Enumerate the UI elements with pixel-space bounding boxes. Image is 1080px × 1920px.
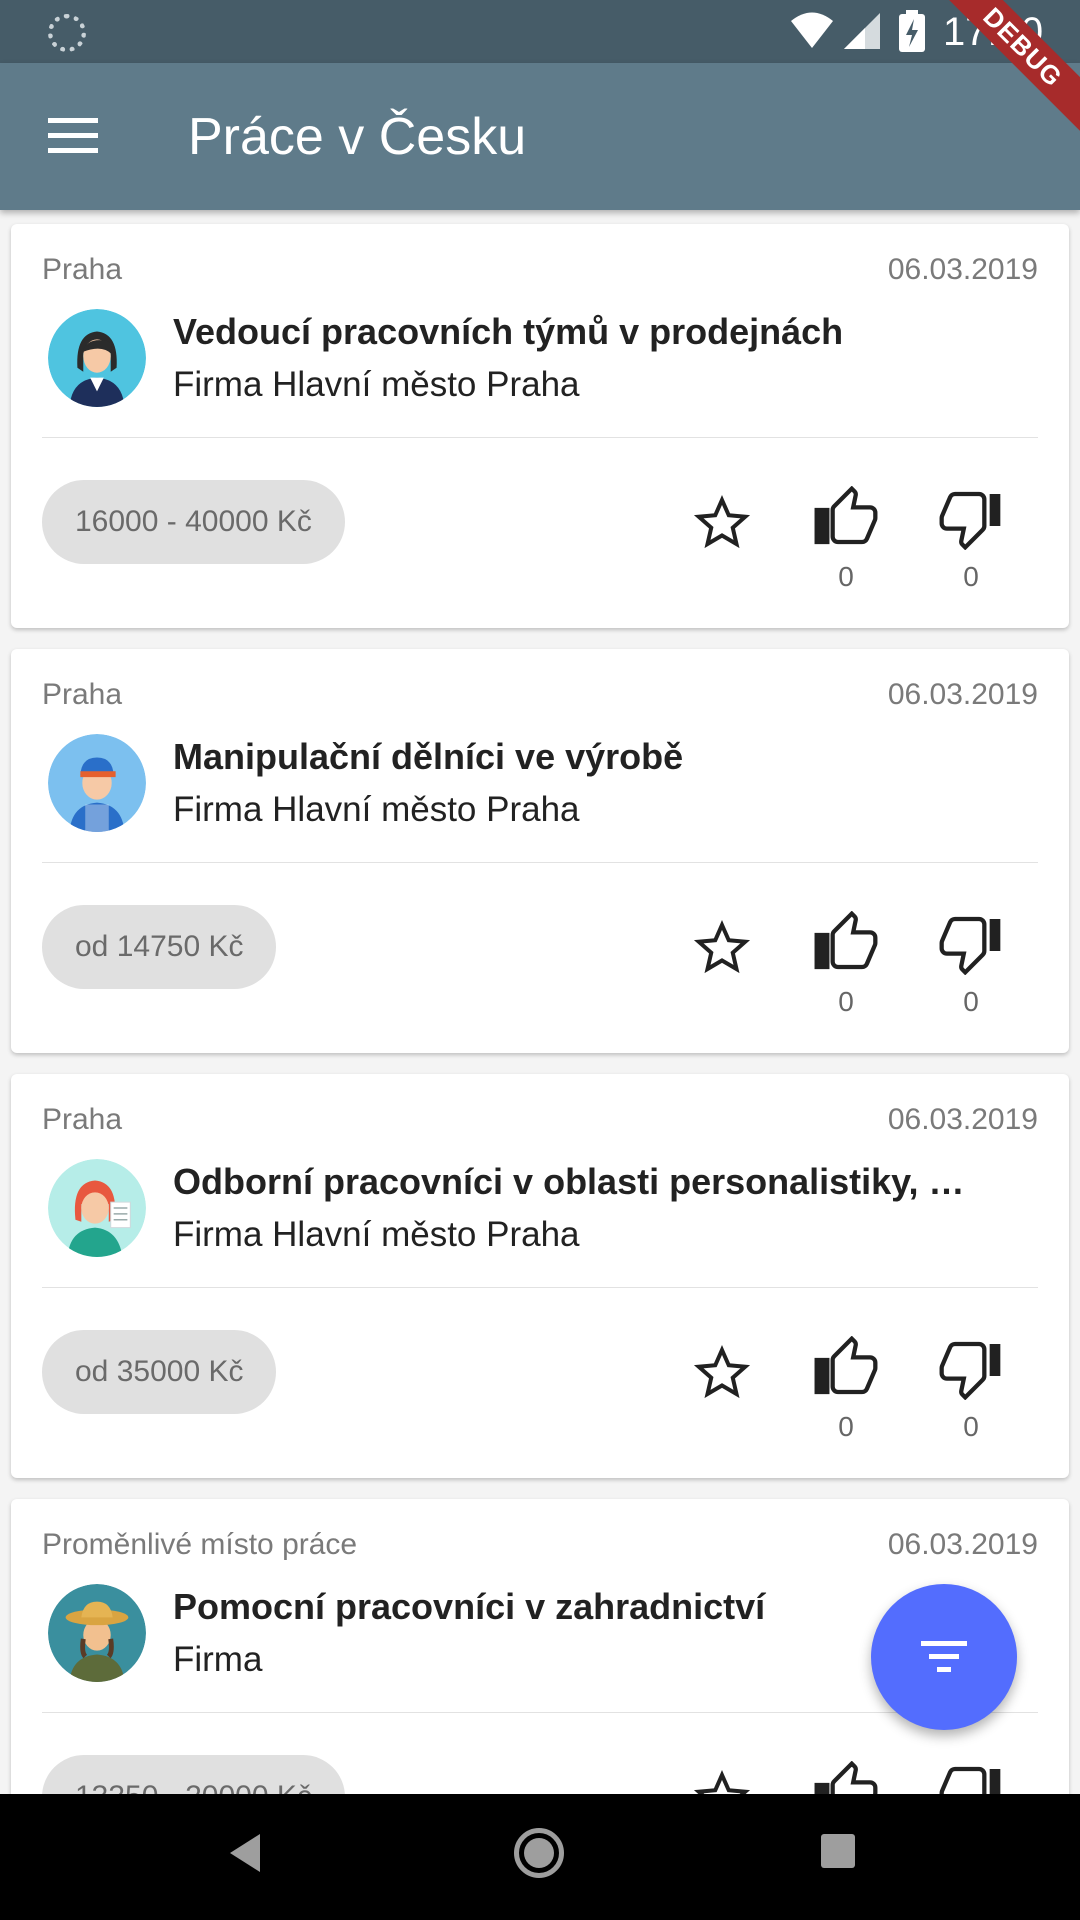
star-icon[interactable] [692, 1343, 752, 1403]
home-icon[interactable] [514, 1828, 564, 1878]
job-card[interactable]: Praha 06.03.2019 Vedoucí pracovních týmů… [11, 224, 1069, 628]
like-count: 0 [838, 986, 854, 1017]
divider [42, 1287, 1038, 1288]
star-icon[interactable] [692, 493, 752, 553]
thumb-down-icon[interactable] [939, 1336, 1003, 1400]
job-title: Vedoucí pracovních týmů v prodejnách [173, 311, 844, 352]
hamburger-menu-icon[interactable] [48, 118, 98, 154]
filter-button[interactable] [871, 1584, 1017, 1730]
hr-woman-avatar [48, 1159, 146, 1257]
salary-chip: od 35000 Kč [42, 1330, 277, 1414]
job-date: 06.03.2019 [887, 1528, 1038, 1561]
dislike-count: 0 [963, 1411, 979, 1442]
like-count: 0 [838, 561, 854, 592]
businesswoman-avatar [48, 309, 146, 407]
system-nav-bar [0, 1794, 1080, 1920]
job-location: Proměnlivé místo práce [42, 1528, 358, 1561]
job-date: 06.03.2019 [887, 253, 1038, 286]
job-company: Firma Hlavní město Praha [173, 1215, 580, 1254]
recents-icon[interactable] [821, 1834, 855, 1868]
job-title: Odborní pracovníci v oblasti personalist… [173, 1161, 965, 1202]
job-card[interactable]: Praha 06.03.2019 Odborní pracovníci v ob… [11, 1074, 1069, 1478]
job-company: Firma [173, 1640, 263, 1679]
app-bar: Práce v Česku [0, 63, 1080, 210]
like-count: 0 [838, 1411, 854, 1442]
job-location: Praha [42, 1103, 123, 1136]
thumb-up-icon[interactable] [814, 486, 878, 550]
job-card[interactable]: Praha 06.03.2019 Manipulační dělníci ve … [11, 649, 1069, 1053]
status-bar: 17:10 [0, 0, 1080, 63]
job-company: Firma Hlavní město Praha [173, 790, 580, 829]
divider [42, 437, 1038, 438]
dislike-count: 0 [963, 561, 979, 592]
wifi-icon [791, 12, 833, 48]
star-icon[interactable] [692, 918, 752, 978]
salary-chip: od 14750 Kč [42, 905, 277, 989]
sync-icon [48, 14, 86, 52]
job-company: Firma Hlavní město Praha [173, 365, 580, 404]
gardener-avatar [48, 1584, 146, 1682]
salary-chip: 16000 - 40000 Kč [42, 480, 345, 564]
job-location: Praha [42, 678, 123, 711]
job-location: Praha [42, 253, 123, 286]
page-title: Práce v Česku [188, 108, 527, 166]
signal-icon [844, 13, 880, 49]
back-icon[interactable] [226, 1832, 262, 1874]
job-date: 06.03.2019 [887, 1103, 1038, 1136]
job-title: Manipulační dělníci ve výrobě [173, 736, 684, 777]
divider [42, 862, 1038, 863]
job-date: 06.03.2019 [887, 678, 1038, 711]
thumb-down-icon[interactable] [939, 911, 1003, 975]
dislike-count: 0 [963, 986, 979, 1017]
divider [42, 1712, 1038, 1713]
thumb-down-icon[interactable] [939, 486, 1003, 550]
battery-charging-icon [899, 10, 925, 52]
thumb-up-icon[interactable] [814, 1336, 878, 1400]
thumb-up-icon[interactable] [814, 911, 878, 975]
worker-avatar [48, 734, 146, 832]
